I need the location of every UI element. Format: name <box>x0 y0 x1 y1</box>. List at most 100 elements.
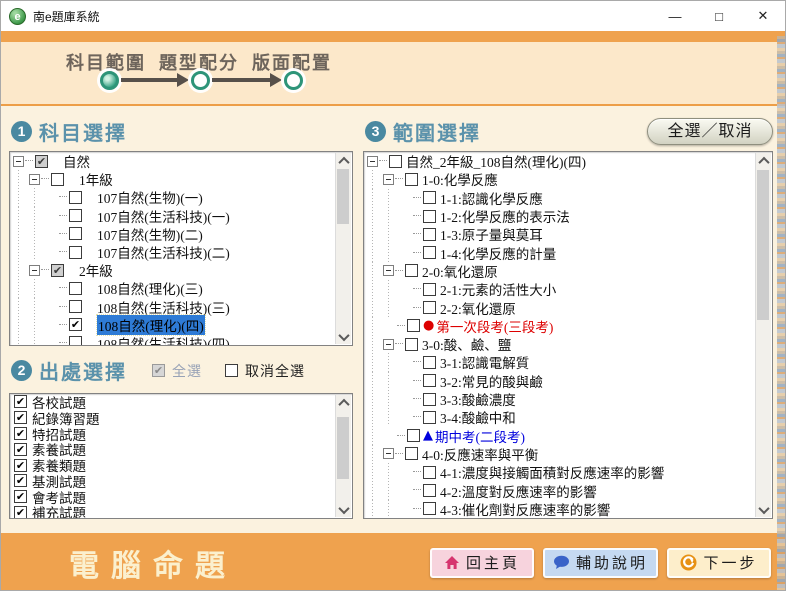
step-circle-3[interactable] <box>284 71 303 90</box>
scroll-thumb[interactable] <box>757 170 769 320</box>
checkbox[interactable] <box>423 393 436 406</box>
tree-label[interactable]: 108自然(理化)(四) <box>97 315 205 335</box>
tree-label[interactable]: 2-1:元素的活性大小 <box>440 279 556 299</box>
tree-label[interactable]: 4-2:溫度對反應速率的影響 <box>440 481 597 501</box>
deselect-all-checkbox[interactable] <box>225 364 238 377</box>
tree-row[interactable]: 107自然(生活科技)(二) <box>10 243 336 261</box>
tree-row[interactable]: 4-1:濃度與接觸面積對反應速率的影響 <box>364 463 756 481</box>
tree-label[interactable]: 108自然(生活科技)(三) <box>97 297 230 317</box>
checkbox[interactable]: ✔ <box>35 155 48 168</box>
source-list-scrollbar[interactable] <box>335 395 351 517</box>
tree-label[interactable]: 4-0:反應速率與平衡 <box>422 444 538 464</box>
tree-row[interactable]: 107自然(生物)(二) <box>10 225 336 243</box>
checkbox[interactable] <box>423 356 436 369</box>
checkbox[interactable]: ✔ <box>69 318 82 331</box>
next-step-button[interactable]: 下一步 <box>667 548 771 578</box>
maximize-button[interactable]: □ <box>697 1 741 31</box>
tree-row[interactable]: ✔自然 <box>10 152 336 170</box>
scroll-thumb[interactable] <box>337 417 349 479</box>
tree-row[interactable]: ✔2年級 <box>10 261 336 279</box>
expander-minus-icon[interactable] <box>13 156 24 167</box>
tree-row[interactable]: 107自然(生活科技)(一) <box>10 207 336 225</box>
tree-label[interactable]: 2-0:氧化還原 <box>422 261 498 281</box>
step-circle-2[interactable] <box>191 71 210 90</box>
tree-label[interactable]: 1年級 <box>79 169 113 189</box>
checkbox[interactable] <box>423 301 436 314</box>
checkbox[interactable] <box>69 227 82 240</box>
checkbox[interactable] <box>423 246 436 259</box>
tree-label[interactable]: 期中考(二段考) <box>435 426 525 446</box>
tree-row[interactable]: 1-0:化學反應 <box>364 170 756 188</box>
checkbox[interactable] <box>69 209 82 222</box>
tree-row[interactable]: 108自然(生活科技)(三) <box>10 298 336 316</box>
checkbox[interactable] <box>69 191 82 204</box>
checkbox[interactable] <box>423 466 436 479</box>
tree-label[interactable]: 3-2:常見的酸與鹼 <box>440 371 543 391</box>
tree-row[interactable]: 3-3:酸鹼濃度 <box>364 390 756 408</box>
scroll-down-button[interactable] <box>756 502 771 517</box>
minimize-button[interactable]: — <box>653 1 697 31</box>
scroll-down-button[interactable] <box>336 329 351 344</box>
checkbox[interactable] <box>407 319 420 332</box>
tree-label[interactable]: 1-1:認識化學反應 <box>440 188 543 208</box>
tree-label[interactable]: 4-3:催化劑對反應速率的影響 <box>440 499 610 519</box>
checkbox[interactable] <box>405 447 418 460</box>
tree-row[interactable]: ▲期中考(二段考) <box>364 426 756 444</box>
checkbox[interactable]: ✔ <box>14 459 27 472</box>
checkbox[interactable] <box>405 173 418 186</box>
tree-row[interactable]: 1-4:化學反應的計量 <box>364 243 756 261</box>
checkbox[interactable] <box>69 336 82 346</box>
select-all-checkbox-group[interactable]: ✔ 全選 <box>151 361 202 381</box>
tree-label[interactable]: 4-1:濃度與接觸面積對反應速率的影響 <box>440 462 664 482</box>
expander-minus-icon[interactable] <box>383 339 394 350</box>
select-toggle-all-button[interactable]: 全選／取消 <box>647 118 773 145</box>
tree-label[interactable]: 1-2:化學反應的表示法 <box>440 206 570 226</box>
tree-label[interactable]: 1-3:原子量與莫耳 <box>440 224 543 244</box>
tree-row[interactable]: 3-2:常見的酸與鹼 <box>364 372 756 390</box>
home-button[interactable]: 回主頁 <box>430 548 534 578</box>
tree-label[interactable]: 107自然(生活科技)(二) <box>97 242 230 262</box>
checkbox[interactable] <box>423 191 436 204</box>
scroll-up-button[interactable] <box>336 153 351 168</box>
checkbox[interactable] <box>423 502 436 515</box>
tree-row[interactable]: 4-2:溫度對反應速率的影響 <box>364 481 756 499</box>
list-item[interactable]: ✔補充試題 <box>10 505 336 519</box>
expander-minus-icon[interactable] <box>383 265 394 276</box>
expander-minus-icon[interactable] <box>383 174 394 185</box>
tree-row[interactable]: 2-2:氧化還原 <box>364 298 756 316</box>
tree-row[interactable]: 2-1:元素的活性大小 <box>364 280 756 298</box>
tree-row[interactable]: 4-3:催化劑對反應速率的影響 <box>364 500 756 518</box>
checkbox[interactable] <box>423 411 436 424</box>
subject-tree-scrollbar[interactable] <box>335 153 351 344</box>
tree-row[interactable]: 3-0:酸、鹼、鹽 <box>364 335 756 353</box>
close-button[interactable]: ✕ <box>741 1 785 31</box>
checkbox[interactable] <box>407 429 420 442</box>
checkbox[interactable]: ✔ <box>14 395 27 408</box>
tree-label[interactable]: 2年級 <box>79 260 113 280</box>
checkbox[interactable] <box>423 228 436 241</box>
tree-label[interactable]: 108自然(生活科技)(四) <box>97 333 230 346</box>
checkbox[interactable] <box>405 264 418 277</box>
tree-label[interactable]: 107自然(生物)(一) <box>97 187 203 207</box>
checkbox[interactable] <box>51 173 64 186</box>
checkbox[interactable]: ✔ <box>14 411 27 424</box>
checkbox[interactable] <box>69 282 82 295</box>
checkbox[interactable] <box>389 155 402 168</box>
expander-minus-icon[interactable] <box>29 174 40 185</box>
tree-row[interactable]: 3-1:認識電解質 <box>364 353 756 371</box>
checkbox[interactable] <box>423 283 436 296</box>
expander-minus-icon[interactable] <box>367 156 378 167</box>
tree-label[interactable]: 108自然(理化)(三) <box>97 278 203 298</box>
tree-label[interactable]: 自然_2年級_108自然(理化)(四) <box>406 151 586 171</box>
tree-row[interactable]: 4-0:反應速率與平衡 <box>364 445 756 463</box>
tree-label[interactable]: 1-0:化學反應 <box>422 169 498 189</box>
tree-row[interactable]: 3-4:酸鹼中和 <box>364 408 756 426</box>
tree-row[interactable]: 自然_2年級_108自然(理化)(四) <box>364 152 756 170</box>
tree-label[interactable]: 107自然(生活科技)(一) <box>97 206 230 226</box>
tree-row[interactable]: 1-2:化學反應的表示法 <box>364 207 756 225</box>
checkbox[interactable] <box>423 374 436 387</box>
tree-label[interactable]: 3-0:酸、鹼、鹽 <box>422 334 511 354</box>
scroll-up-button[interactable] <box>336 395 351 410</box>
checkbox[interactable]: ✔ <box>14 506 27 519</box>
tree-row[interactable]: 2-0:氧化還原 <box>364 262 756 280</box>
